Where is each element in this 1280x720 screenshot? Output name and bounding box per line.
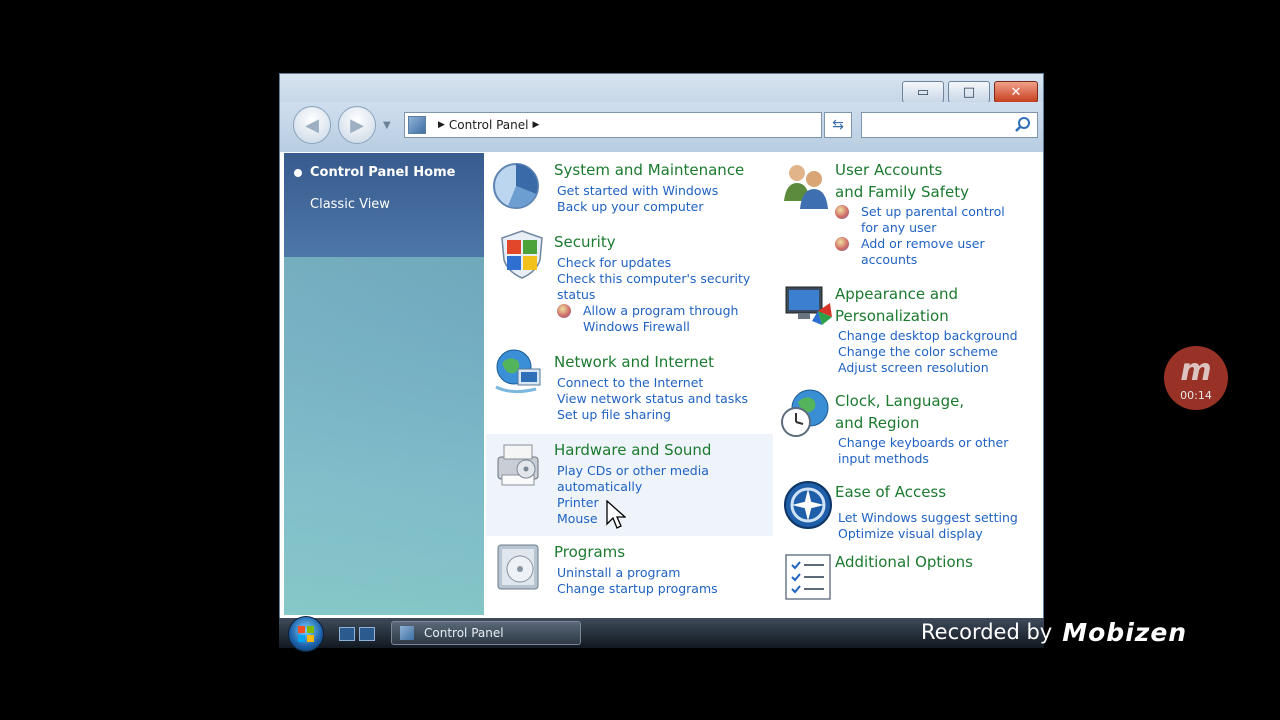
link-change-keyboards[interactable]: Change keyboards or other xyxy=(838,435,1008,451)
user-accounts-icon[interactable] xyxy=(780,159,832,211)
search-icon[interactable] xyxy=(1014,116,1032,134)
control-panel-icon xyxy=(400,626,414,640)
taskbar-button-control-panel[interactable]: Control Panel xyxy=(391,621,581,645)
link-play-cds-2[interactable]: automatically xyxy=(557,479,709,495)
category-view: System and Maintenance Get started with … xyxy=(484,153,1041,615)
recording-timer: 00:14 xyxy=(1180,389,1212,402)
sidebar-item-control-panel-home[interactable]: Control Panel Home xyxy=(294,165,455,180)
link-startup-programs[interactable]: Change startup programs xyxy=(557,581,718,597)
mobizen-brand-logo: Mobizen xyxy=(1062,617,1188,647)
navigation-bar: ◀ ▶ ▼ ▶ Control Panel ▶ ⇆ xyxy=(280,102,1043,152)
link-play-cds[interactable]: Play CDs or other media xyxy=(557,463,709,479)
appearance-monitor-icon[interactable] xyxy=(782,281,834,333)
uac-shield-icon xyxy=(557,304,571,318)
uac-shield-icon xyxy=(835,237,849,251)
category-title[interactable]: Additional Options xyxy=(835,551,973,573)
link-check-updates[interactable]: Check for updates xyxy=(557,255,750,271)
back-button[interactable]: ◀ xyxy=(293,106,331,144)
breadcrumb-control-panel[interactable]: Control Panel xyxy=(449,118,529,132)
refresh-button[interactable]: ⇆ xyxy=(824,112,852,138)
link-change-keyboards-2[interactable]: input methods xyxy=(838,451,1008,467)
link-desktop-background[interactable]: Change desktop background xyxy=(838,328,1018,344)
link-color-scheme[interactable]: Change the color scheme xyxy=(838,344,1018,360)
start-button[interactable] xyxy=(288,616,324,652)
system-maintenance-icon[interactable] xyxy=(490,158,542,210)
recent-pages-dropdown-icon[interactable]: ▼ xyxy=(383,120,391,131)
link-parental-control[interactable]: Set up parental control xyxy=(835,204,1005,220)
show-desktop-icon[interactable] xyxy=(339,627,355,641)
clock-globe-icon[interactable] xyxy=(780,388,832,440)
task-pane: Control Panel Home Classic View xyxy=(284,153,484,615)
category-title[interactable]: Appearance and Personalization xyxy=(835,283,958,327)
link-allow-program-firewall-2[interactable]: Windows Firewall xyxy=(557,319,750,335)
mobizen-logo-icon: m xyxy=(1180,353,1212,388)
switch-windows-icon[interactable] xyxy=(359,627,375,641)
selected-bullet-icon xyxy=(294,168,302,177)
sidebar-item-classic-view[interactable]: Classic View xyxy=(310,197,390,212)
link-connect-internet[interactable]: Connect to the Internet xyxy=(557,375,748,391)
programs-disc-icon[interactable] xyxy=(494,541,546,593)
uac-shield-icon xyxy=(835,205,849,219)
ease-of-access-icon[interactable] xyxy=(782,479,834,531)
category-title[interactable]: User Accounts and Family Safety xyxy=(835,159,969,203)
forward-button[interactable]: ▶ xyxy=(338,106,376,144)
category-title[interactable]: Hardware and Sound xyxy=(554,439,711,461)
link-uninstall-program[interactable]: Uninstall a program xyxy=(557,565,718,581)
close-button[interactable]: ✕ xyxy=(994,81,1038,103)
search-input[interactable] xyxy=(861,112,1038,138)
category-title[interactable]: System and Maintenance xyxy=(554,159,744,181)
link-file-sharing[interactable]: Set up file sharing xyxy=(557,407,748,423)
category-title[interactable]: Programs xyxy=(554,541,625,563)
category-title[interactable]: Network and Internet xyxy=(554,351,714,373)
link-mouse[interactable]: Mouse xyxy=(557,511,709,527)
back-arrow-icon: ◀ xyxy=(305,114,319,136)
security-shield-icon[interactable] xyxy=(496,228,548,280)
category-title[interactable]: Clock, Language, and Region xyxy=(835,390,964,434)
link-check-security-status[interactable]: Check this computer's security xyxy=(557,271,750,287)
link-add-remove-user[interactable]: Add or remove user xyxy=(835,236,1005,252)
control-panel-icon xyxy=(408,116,426,134)
maximize-button[interactable]: □ xyxy=(948,81,990,103)
link-add-remove-user-2[interactable]: accounts xyxy=(835,252,1005,268)
link-get-started[interactable]: Get started with Windows xyxy=(557,183,718,199)
link-optimize-display[interactable]: Optimize visual display xyxy=(838,526,1018,542)
hardware-printer-icon[interactable] xyxy=(492,439,544,491)
mouse-cursor-icon xyxy=(606,500,626,529)
category-title[interactable]: Ease of Access xyxy=(835,481,946,503)
link-back-up[interactable]: Back up your computer xyxy=(557,199,718,215)
control-panel-window: ▭ □ ✕ ◀ ▶ ▼ ▶ Control Panel ▶ ⇆ Control … xyxy=(279,73,1044,647)
recording-timer-badge: m 00:14 xyxy=(1164,346,1228,410)
forward-arrow-icon: ▶ xyxy=(350,114,364,136)
link-check-security-status-2[interactable]: status xyxy=(557,287,750,303)
link-parental-control-2[interactable]: for any user xyxy=(835,220,1005,236)
link-screen-resolution[interactable]: Adjust screen resolution xyxy=(838,360,1018,376)
windows-logo-icon xyxy=(298,626,314,642)
link-printer[interactable]: Printer xyxy=(557,495,709,511)
breadcrumb-separator-icon[interactable]: ▶ xyxy=(533,120,540,130)
link-allow-program-firewall[interactable]: Allow a program through xyxy=(557,303,750,319)
minimize-button[interactable]: ▭ xyxy=(902,81,944,103)
link-windows-suggest[interactable]: Let Windows suggest setting xyxy=(838,510,1018,526)
additional-options-icon[interactable] xyxy=(782,551,834,603)
refresh-icon: ⇆ xyxy=(832,117,844,133)
category-title[interactable]: Security xyxy=(554,231,616,253)
breadcrumb-separator-icon[interactable]: ▶ xyxy=(438,120,445,130)
network-globe-icon[interactable] xyxy=(492,347,544,399)
address-bar[interactable]: ▶ Control Panel ▶ xyxy=(404,112,822,138)
recording-watermark: Recorded by Mobizen xyxy=(905,612,1245,652)
recorded-by-text: Recorded by xyxy=(921,620,1053,644)
link-network-status[interactable]: View network status and tasks xyxy=(557,391,748,407)
